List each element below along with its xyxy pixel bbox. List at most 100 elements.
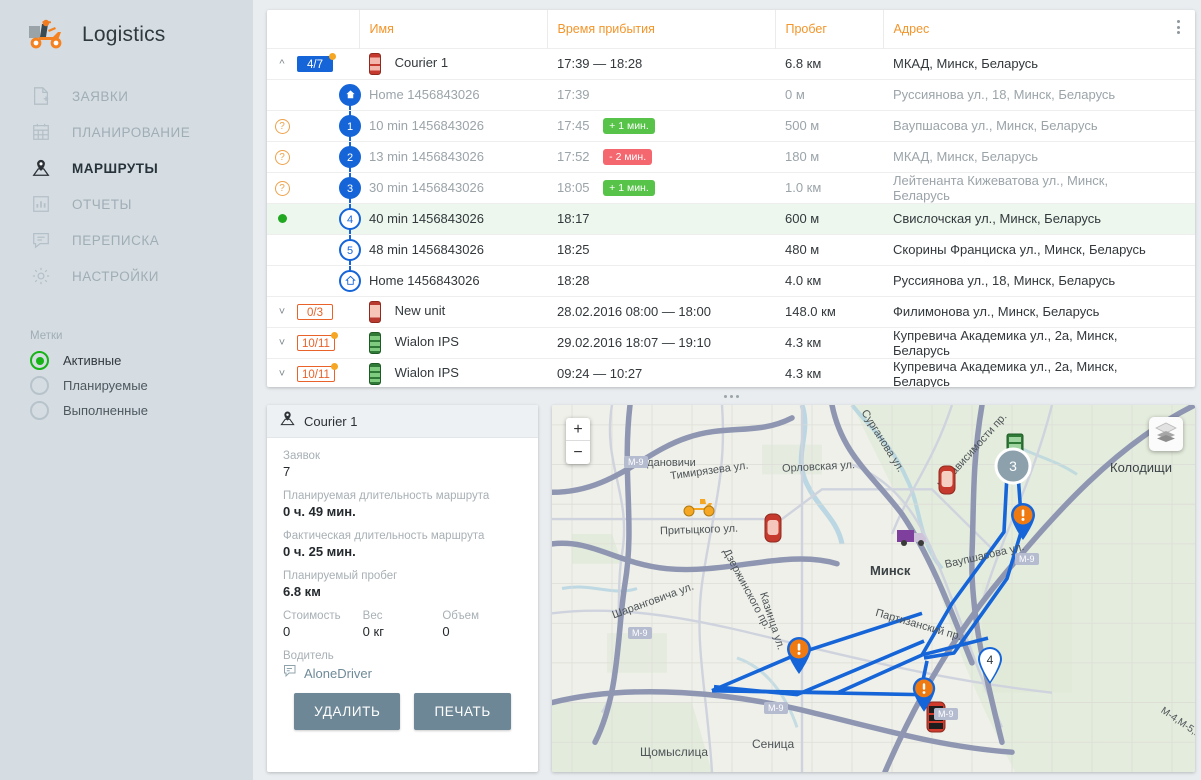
row-menu-cell: [1161, 172, 1195, 203]
mileage: 1.0 км: [785, 180, 822, 195]
sidebar-item-perepiska[interactable]: ПЕРЕПИСКА: [0, 222, 253, 258]
map-marker-cluster-3[interactable]: 3: [994, 447, 1032, 490]
map-city-label: Минск: [870, 563, 911, 578]
th-address[interactable]: Адрес: [882, 10, 1161, 48]
map-vehicle-scooter-icon[interactable]: [682, 495, 716, 522]
badge-cell: [297, 172, 341, 203]
field-value: 6.8 км: [283, 584, 321, 599]
brand-title: Logistics: [82, 23, 166, 46]
table-row-stop[interactable]: Home 1456843026 18:28 4.0 км Руссиянова …: [267, 265, 1195, 296]
radio-icon[interactable]: [30, 401, 49, 420]
sidebar-item-marshruty[interactable]: МАРШРУТЫ: [0, 150, 253, 186]
stop-name: 30 min 1456843026: [369, 180, 484, 195]
expand-toggle[interactable]: ˅: [267, 358, 297, 387]
table-row-group-wialon-2[interactable]: ˅ 10/11 Wialon IPS 09:24 — 10:27 4.3 км …: [267, 358, 1195, 387]
status-cell: ?: [267, 110, 297, 141]
driver-link[interactable]: AloneDriver: [283, 664, 522, 682]
route-marker-4: 4: [339, 207, 361, 230]
expand-toggle[interactable]: ˅: [267, 296, 297, 327]
map-panel[interactable]: Ждановичи Минск Колодищи Щомыслица Сениц…: [552, 405, 1195, 772]
map-vehicle-car-red-icon[interactable]: [764, 513, 782, 548]
table-menu-button[interactable]: [1161, 10, 1195, 48]
route-details-panel: Courier 1 Заявок 7 Планируемая длительно…: [267, 405, 538, 772]
print-button[interactable]: ПЕЧАТЬ: [414, 693, 511, 730]
zoom-in-button[interactable]: +: [566, 418, 590, 441]
field-value: 0 кг: [362, 624, 384, 639]
expand-toggle[interactable]: ˅: [267, 327, 297, 358]
th-arrival-time[interactable]: Время прибытия: [546, 10, 775, 48]
radio-icon[interactable]: [30, 351, 49, 370]
route-details-body: Заявок 7 Планируемая длительность маршру…: [267, 438, 538, 730]
field-label: Планируемый пробег: [283, 570, 398, 582]
route-marker-5: 5: [339, 238, 361, 261]
mileage: 500 м: [785, 118, 820, 133]
map-vehicle-truck-purple-icon[interactable]: [896, 527, 928, 552]
svg-text:3: 3: [1009, 458, 1017, 474]
arrival-time: 28.02.2016 08:00 — 18:00: [557, 304, 711, 319]
marker-cell: [339, 265, 361, 296]
status-cell: [267, 203, 297, 234]
map-marker-4[interactable]: 4: [975, 645, 1005, 690]
badge-cell: [297, 265, 341, 296]
map-marker-alert[interactable]: [784, 635, 814, 680]
sidebar-item-zayavki[interactable]: ЗАЯВКИ: [0, 78, 253, 114]
row-menu-cell: [1161, 110, 1195, 141]
marker-cell: [341, 296, 359, 327]
svg-text:4: 4: [987, 653, 994, 667]
expand-toggle[interactable]: ^: [267, 48, 297, 79]
sidebar-item-nastroyki[interactable]: НАСТРОЙКИ: [0, 258, 253, 294]
map-zoom-controls[interactable]: + −: [566, 418, 590, 464]
status-cell: ?: [267, 141, 297, 172]
marker-cell: [341, 48, 359, 79]
unit-name-cell: Wialon IPS: [359, 327, 547, 358]
field-label: Стоимость: [283, 610, 341, 622]
map-vehicle-car-red-icon[interactable]: [938, 465, 956, 500]
map-highway-shield: M-9: [624, 456, 648, 468]
mark-option-done[interactable]: Выполненные: [30, 398, 253, 423]
status-badge: 0/3: [297, 303, 333, 320]
table-row-stop[interactable]: ? 3 30 min 1456843026 18:05 + 1 мин. 1.0…: [267, 172, 1195, 203]
field-value: 0 ч. 25 мин.: [283, 544, 356, 559]
mark-option-planned[interactable]: Планируемые: [30, 373, 253, 398]
badge-text: 10/11: [302, 368, 330, 381]
table-row-group-newunit[interactable]: ˅ 0/3 New unit 28.02.2016 08:00 — 18:00: [267, 296, 1195, 327]
route-count-badge-cell: 4/7: [297, 48, 341, 79]
field-value: 0: [283, 624, 291, 639]
layers-icon: [1155, 422, 1177, 447]
mileage: 0 м: [785, 87, 805, 102]
field-volume: Объем 0: [442, 610, 522, 639]
table-row-group-wialon-1[interactable]: ˅ 10/11 Wialon IPS 29.02.2016 18:07 — 19…: [267, 327, 1195, 358]
table-row-stop[interactable]: ? 2 13 min 1456843026 17:52 - 2 мин. 180…: [267, 141, 1195, 172]
table-row-stop[interactable]: Home 1456843026 17:39 0 м Руссиянова ул.…: [267, 79, 1195, 110]
table-row-stop[interactable]: ? 1 10 min 1456843026 17:45 + 1 мин. 500…: [267, 110, 1195, 141]
table-row-group-courier1[interactable]: ^ 4/7 Courier 1 17:39 — 18:28 6.8 км МКА…: [267, 48, 1195, 79]
table-row-stop-selected[interactable]: 4 40 min 1456843026 18:17 600 м Свислочс…: [267, 203, 1195, 234]
field-label: Вес: [362, 610, 383, 622]
radio-icon[interactable]: [30, 376, 49, 395]
th-spacer-expand: [267, 10, 297, 48]
mark-option-active[interactable]: Активные: [30, 348, 253, 373]
stop-name: Home 1456843026: [369, 273, 480, 288]
th-name[interactable]: Имя: [358, 10, 547, 48]
marker-cell: [339, 79, 361, 110]
map-layers-button[interactable]: [1149, 417, 1183, 451]
field-value: 7: [283, 464, 291, 479]
zoom-out-button[interactable]: −: [566, 441, 590, 464]
vehicle-red-icon: [369, 52, 381, 75]
address: Купревича Академика ул., 2а, Минск, Бела…: [893, 327, 1118, 358]
table-row-stop[interactable]: 5 48 min 1456843026 18:25 480 м Скорины …: [267, 234, 1195, 265]
route-marker-3: 3: [339, 176, 361, 199]
sidebar-item-otchety[interactable]: ОТЧЕТЫ: [0, 186, 253, 222]
marker-cell: 3: [339, 172, 361, 203]
row-menu-cell: [1161, 265, 1195, 296]
delete-button[interactable]: УДАЛИТЬ: [294, 693, 401, 730]
address: Скорины Франциска ул., Минск, Беларусь: [893, 242, 1146, 257]
th-mileage[interactable]: Пробег: [774, 10, 883, 48]
sidebar-item-planirovanie[interactable]: ПЛАНИРОВАНИЕ: [0, 114, 253, 150]
sidebar: Logistics ЗАЯВКИ ПЛАНИРОВАНИЕ МАРШРУТЫ О…: [0, 0, 253, 780]
marker-cell: 4: [339, 203, 361, 234]
panel-resize-handle[interactable]: [267, 387, 1195, 405]
address: Ваупшасова ул., Минск, Беларусь: [893, 118, 1098, 133]
map-marker-alert[interactable]: [1008, 501, 1038, 546]
marks-filter: Метки Активные Планируемые Выполненные: [0, 330, 253, 423]
